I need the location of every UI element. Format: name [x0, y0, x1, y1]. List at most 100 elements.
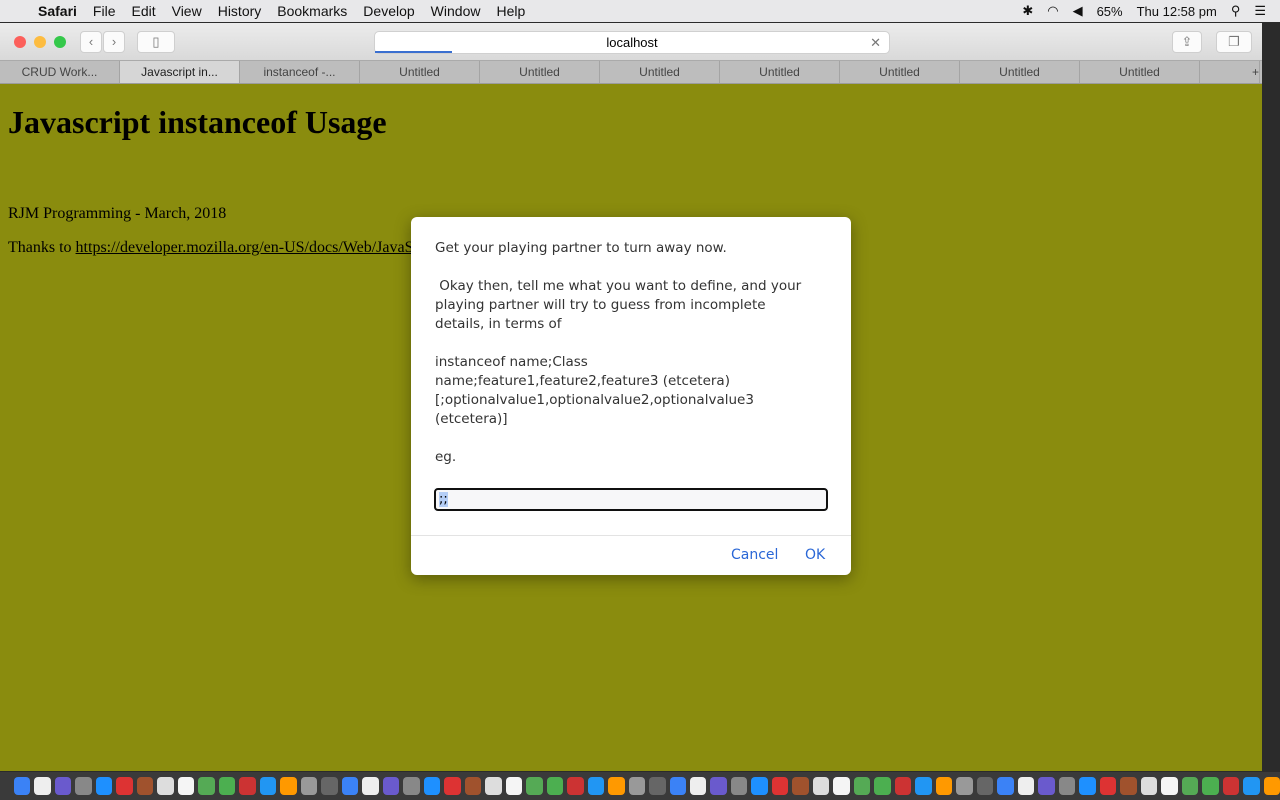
dock-app-icon[interactable]	[546, 777, 564, 795]
menu-history[interactable]: History	[210, 3, 270, 19]
minimize-window-button[interactable]	[34, 35, 46, 48]
dock-app-icon[interactable]	[1161, 777, 1178, 795]
dock-app-icon[interactable]	[1017, 777, 1035, 795]
dock-app-icon[interactable]	[812, 777, 830, 795]
dock-app-icon[interactable]	[833, 777, 850, 795]
dock-app-icon[interactable]	[341, 777, 359, 795]
tab[interactable]: Javascript in...	[120, 61, 240, 83]
dock-app-icon[interactable]	[116, 777, 133, 795]
dock-app-icon[interactable]	[54, 777, 72, 795]
menu-develop[interactable]: Develop	[355, 3, 422, 19]
volume-icon[interactable]: ◀	[1073, 3, 1083, 19]
dock-app-icon[interactable]	[1140, 777, 1158, 795]
dock-app-icon[interactable]	[198, 777, 215, 795]
dock-app-icon[interactable]	[1120, 777, 1137, 795]
menu-file[interactable]: File	[85, 3, 124, 19]
tab[interactable]: CRUD Work...	[0, 61, 120, 83]
dock-app-icon[interactable]	[1222, 777, 1240, 795]
dock-app-icon[interactable]	[444, 777, 461, 795]
tab[interactable]: Untitled	[480, 61, 600, 83]
menu-list-icon[interactable]: ☰	[1254, 3, 1266, 19]
forward-button[interactable]: ›	[103, 30, 125, 53]
dock-app-icon[interactable]	[1202, 777, 1219, 795]
prompt-input[interactable]	[433, 487, 829, 512]
dock-app-icon[interactable]	[669, 777, 686, 795]
dock-app-icon[interactable]	[649, 777, 666, 795]
dock-app-icon[interactable]	[485, 777, 502, 795]
tab[interactable]: Untitled	[600, 61, 720, 83]
tabs-overview-button[interactable]: ❐	[1216, 30, 1252, 53]
tab[interactable]: Untitled	[720, 61, 840, 83]
zoom-window-button[interactable]	[54, 35, 66, 48]
clock[interactable]: Thu 12:58 pm	[1137, 4, 1217, 19]
dock-app-icon[interactable]	[1079, 777, 1096, 795]
dock-app-icon[interactable]	[771, 777, 789, 795]
menu-window[interactable]: Window	[423, 3, 489, 19]
menu-bookmarks[interactable]: Bookmarks	[269, 3, 355, 19]
dock-app-icon[interactable]	[403, 777, 420, 795]
cancel-button[interactable]: Cancel	[731, 547, 778, 563]
dock-app-icon[interactable]	[935, 777, 953, 795]
dock-app-icon[interactable]	[915, 777, 932, 795]
new-tab-button[interactable]: +	[1200, 61, 1260, 83]
dock-app-icon[interactable]	[1263, 777, 1280, 795]
dock-app-icon[interactable]	[280, 777, 297, 795]
dock-app-icon[interactable]	[894, 777, 912, 795]
dock-app-icon[interactable]	[853, 777, 871, 795]
tab[interactable]: Untitled	[840, 61, 960, 83]
ok-button[interactable]: OK	[805, 547, 825, 563]
back-button[interactable]: ‹	[80, 30, 102, 53]
tab[interactable]: Untitled	[360, 61, 480, 83]
bluetooth-icon[interactable]: ✱	[1022, 3, 1033, 19]
search-icon[interactable]: ⚲	[1231, 3, 1241, 19]
dock-app-icon[interactable]	[362, 777, 379, 795]
sidebar-toggle-button[interactable]: ▯	[137, 30, 175, 53]
tab[interactable]: instanceof -...	[240, 61, 360, 83]
dock-app-icon[interactable]	[1058, 777, 1076, 795]
dock-app-icon[interactable]	[321, 777, 338, 795]
dock-app-icon[interactable]	[1181, 777, 1199, 795]
menu-safari[interactable]: Safari	[30, 3, 85, 19]
dock-app-icon[interactable]	[300, 777, 318, 795]
dock-app-icon[interactable]	[423, 777, 441, 795]
dock-app-icon[interactable]	[177, 777, 195, 795]
menu-view[interactable]: View	[164, 3, 210, 19]
tab[interactable]: Untitled	[960, 61, 1080, 83]
share-button[interactable]: ⇪	[1172, 30, 1202, 53]
dock-app-icon[interactable]	[218, 777, 236, 795]
menu-edit[interactable]: Edit	[123, 3, 163, 19]
dock-app-icon[interactable]	[956, 777, 973, 795]
stop-loading-icon[interactable]: ✕	[870, 32, 881, 54]
dock-app-icon[interactable]	[689, 777, 707, 795]
address-bar[interactable]: localhost ✕	[374, 31, 890, 54]
dock-app-icon[interactable]	[382, 777, 400, 795]
dock-app-icon[interactable]	[587, 777, 605, 795]
wifi-icon[interactable]: ◠	[1047, 3, 1058, 19]
dock-app-icon[interactable]	[710, 777, 727, 795]
tab[interactable]: Untitled	[1080, 61, 1200, 83]
dock-app-icon[interactable]	[14, 777, 31, 795]
dock-app-icon[interactable]	[75, 777, 92, 795]
dock-app-icon[interactable]	[608, 777, 625, 795]
dock-app-icon[interactable]	[730, 777, 748, 795]
dock-app-icon[interactable]	[136, 777, 154, 795]
dock-app-icon[interactable]	[874, 777, 891, 795]
dock-app-icon[interactable]	[751, 777, 768, 795]
dock-app-icon[interactable]	[34, 777, 51, 795]
dock-app-icon[interactable]	[628, 777, 646, 795]
dock-app-icon[interactable]	[95, 777, 113, 795]
dock-app-icon[interactable]	[259, 777, 277, 795]
dock-app-icon[interactable]	[1099, 777, 1117, 795]
dock-app-icon[interactable]	[239, 777, 256, 795]
dock-app-icon[interactable]	[997, 777, 1014, 795]
dock-app-icon[interactable]	[567, 777, 584, 795]
dock-app-icon[interactable]	[464, 777, 482, 795]
menu-help[interactable]: Help	[488, 3, 533, 19]
dock-app-icon[interactable]	[1243, 777, 1260, 795]
dock-app-icon[interactable]	[157, 777, 174, 795]
dock-app-icon[interactable]	[526, 777, 543, 795]
dock-app-icon[interactable]	[505, 777, 523, 795]
battery-percent[interactable]: 65%	[1097, 4, 1123, 19]
dock-app-icon[interactable]	[792, 777, 809, 795]
dock-app-icon[interactable]	[976, 777, 994, 795]
